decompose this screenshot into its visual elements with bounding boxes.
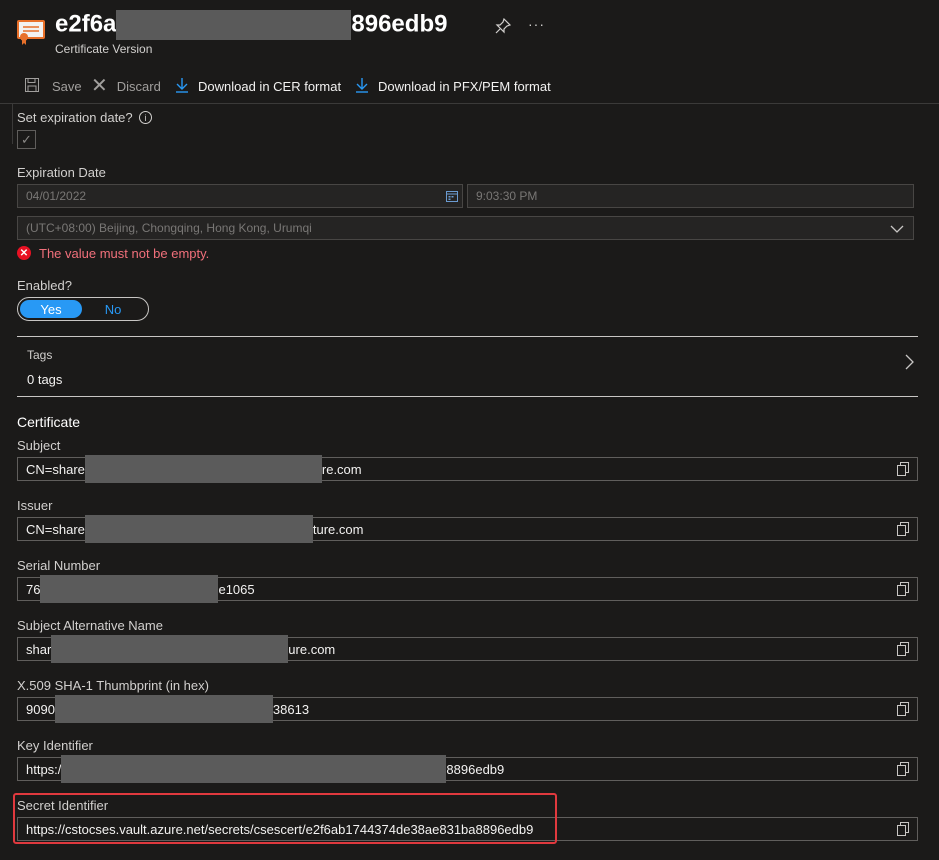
download-pfx-button[interactable]: Download in PFX/PEM format	[355, 76, 551, 96]
calendar-icon[interactable]	[443, 186, 461, 206]
error-message: The value must not be empty.	[39, 246, 210, 261]
more-options-icon[interactable]: ···	[528, 16, 545, 32]
copy-icon[interactable]	[897, 702, 909, 716]
san-label: Subject Alternative Name	[17, 618, 163, 633]
chevron-down-icon	[890, 222, 904, 237]
certificate-heading: Certificate	[17, 414, 81, 430]
info-icon[interactable]: i	[139, 111, 152, 124]
timezone-dropdown[interactable]: (UTC+08:00) Beijing, Chongqing, Hong Kon…	[17, 216, 914, 240]
tags-label: Tags	[27, 348, 53, 362]
expiration-time-input[interactable]: 9:03:30 PM	[467, 184, 914, 208]
enabled-label: Enabled?	[17, 278, 72, 293]
chevron-right-icon	[904, 354, 914, 373]
annotation-highlight-box	[13, 793, 557, 844]
subject-label: Subject	[17, 438, 61, 453]
page-subtitle: Certificate Version	[55, 42, 153, 56]
tags-value: 0 tags	[27, 372, 63, 387]
command-bar-divider	[0, 103, 939, 104]
tags-divider-bottom	[17, 396, 918, 397]
enabled-toggle[interactable]: Yes No	[17, 297, 149, 321]
serial-number-field[interactable]: 76 e1065	[17, 575, 918, 603]
close-icon: ✕	[91, 75, 108, 97]
set-expiration-label: Set expiration date?	[17, 110, 133, 125]
copy-icon[interactable]	[897, 462, 909, 476]
key-identifier-field[interactable]: https:/8896edb9	[17, 755, 918, 783]
issuer-label: Issuer	[17, 498, 53, 513]
save-button[interactable]: Save	[24, 76, 82, 96]
copy-icon[interactable]	[897, 582, 909, 596]
copy-icon[interactable]	[897, 762, 909, 776]
subject-field[interactable]: CN=share re.com	[17, 455, 918, 483]
thumbprint-field[interactable]: 9090 38613	[17, 695, 918, 723]
san-field[interactable]: shar ure.com	[17, 635, 918, 663]
save-icon	[24, 77, 40, 96]
copy-icon[interactable]	[897, 642, 909, 656]
expiration-checkbox[interactable]: ✓	[17, 130, 36, 149]
tags-row[interactable]: Tags 0 tags	[17, 337, 918, 396]
download-cer-button[interactable]: Download in CER format	[175, 76, 341, 96]
copy-icon[interactable]	[897, 822, 909, 836]
download-icon	[175, 77, 189, 96]
thumbprint-label: X.509 SHA-1 Thumbprint (in hex)	[17, 678, 209, 693]
certificate-icon	[17, 19, 45, 45]
download-icon	[355, 77, 369, 96]
enabled-yes-option[interactable]: Yes	[20, 300, 82, 318]
checkmark-icon: ✓	[21, 131, 32, 147]
expiration-date-label: Expiration Date	[17, 165, 106, 180]
page-title: e2f6a 896edb9	[55, 10, 447, 40]
error-icon: ✕	[17, 246, 31, 260]
key-identifier-label: Key Identifier	[17, 738, 93, 753]
scroll-edge	[12, 104, 13, 144]
enabled-no-option[interactable]: No	[82, 300, 144, 318]
discard-button[interactable]: ✕ Discard	[91, 76, 161, 96]
pin-icon[interactable]	[495, 17, 512, 34]
copy-icon[interactable]	[897, 522, 909, 536]
issuer-field[interactable]: CN=share ture.com	[17, 515, 918, 543]
serial-number-label: Serial Number	[17, 558, 101, 573]
expiration-date-input[interactable]: 04/01/2022	[17, 184, 463, 208]
